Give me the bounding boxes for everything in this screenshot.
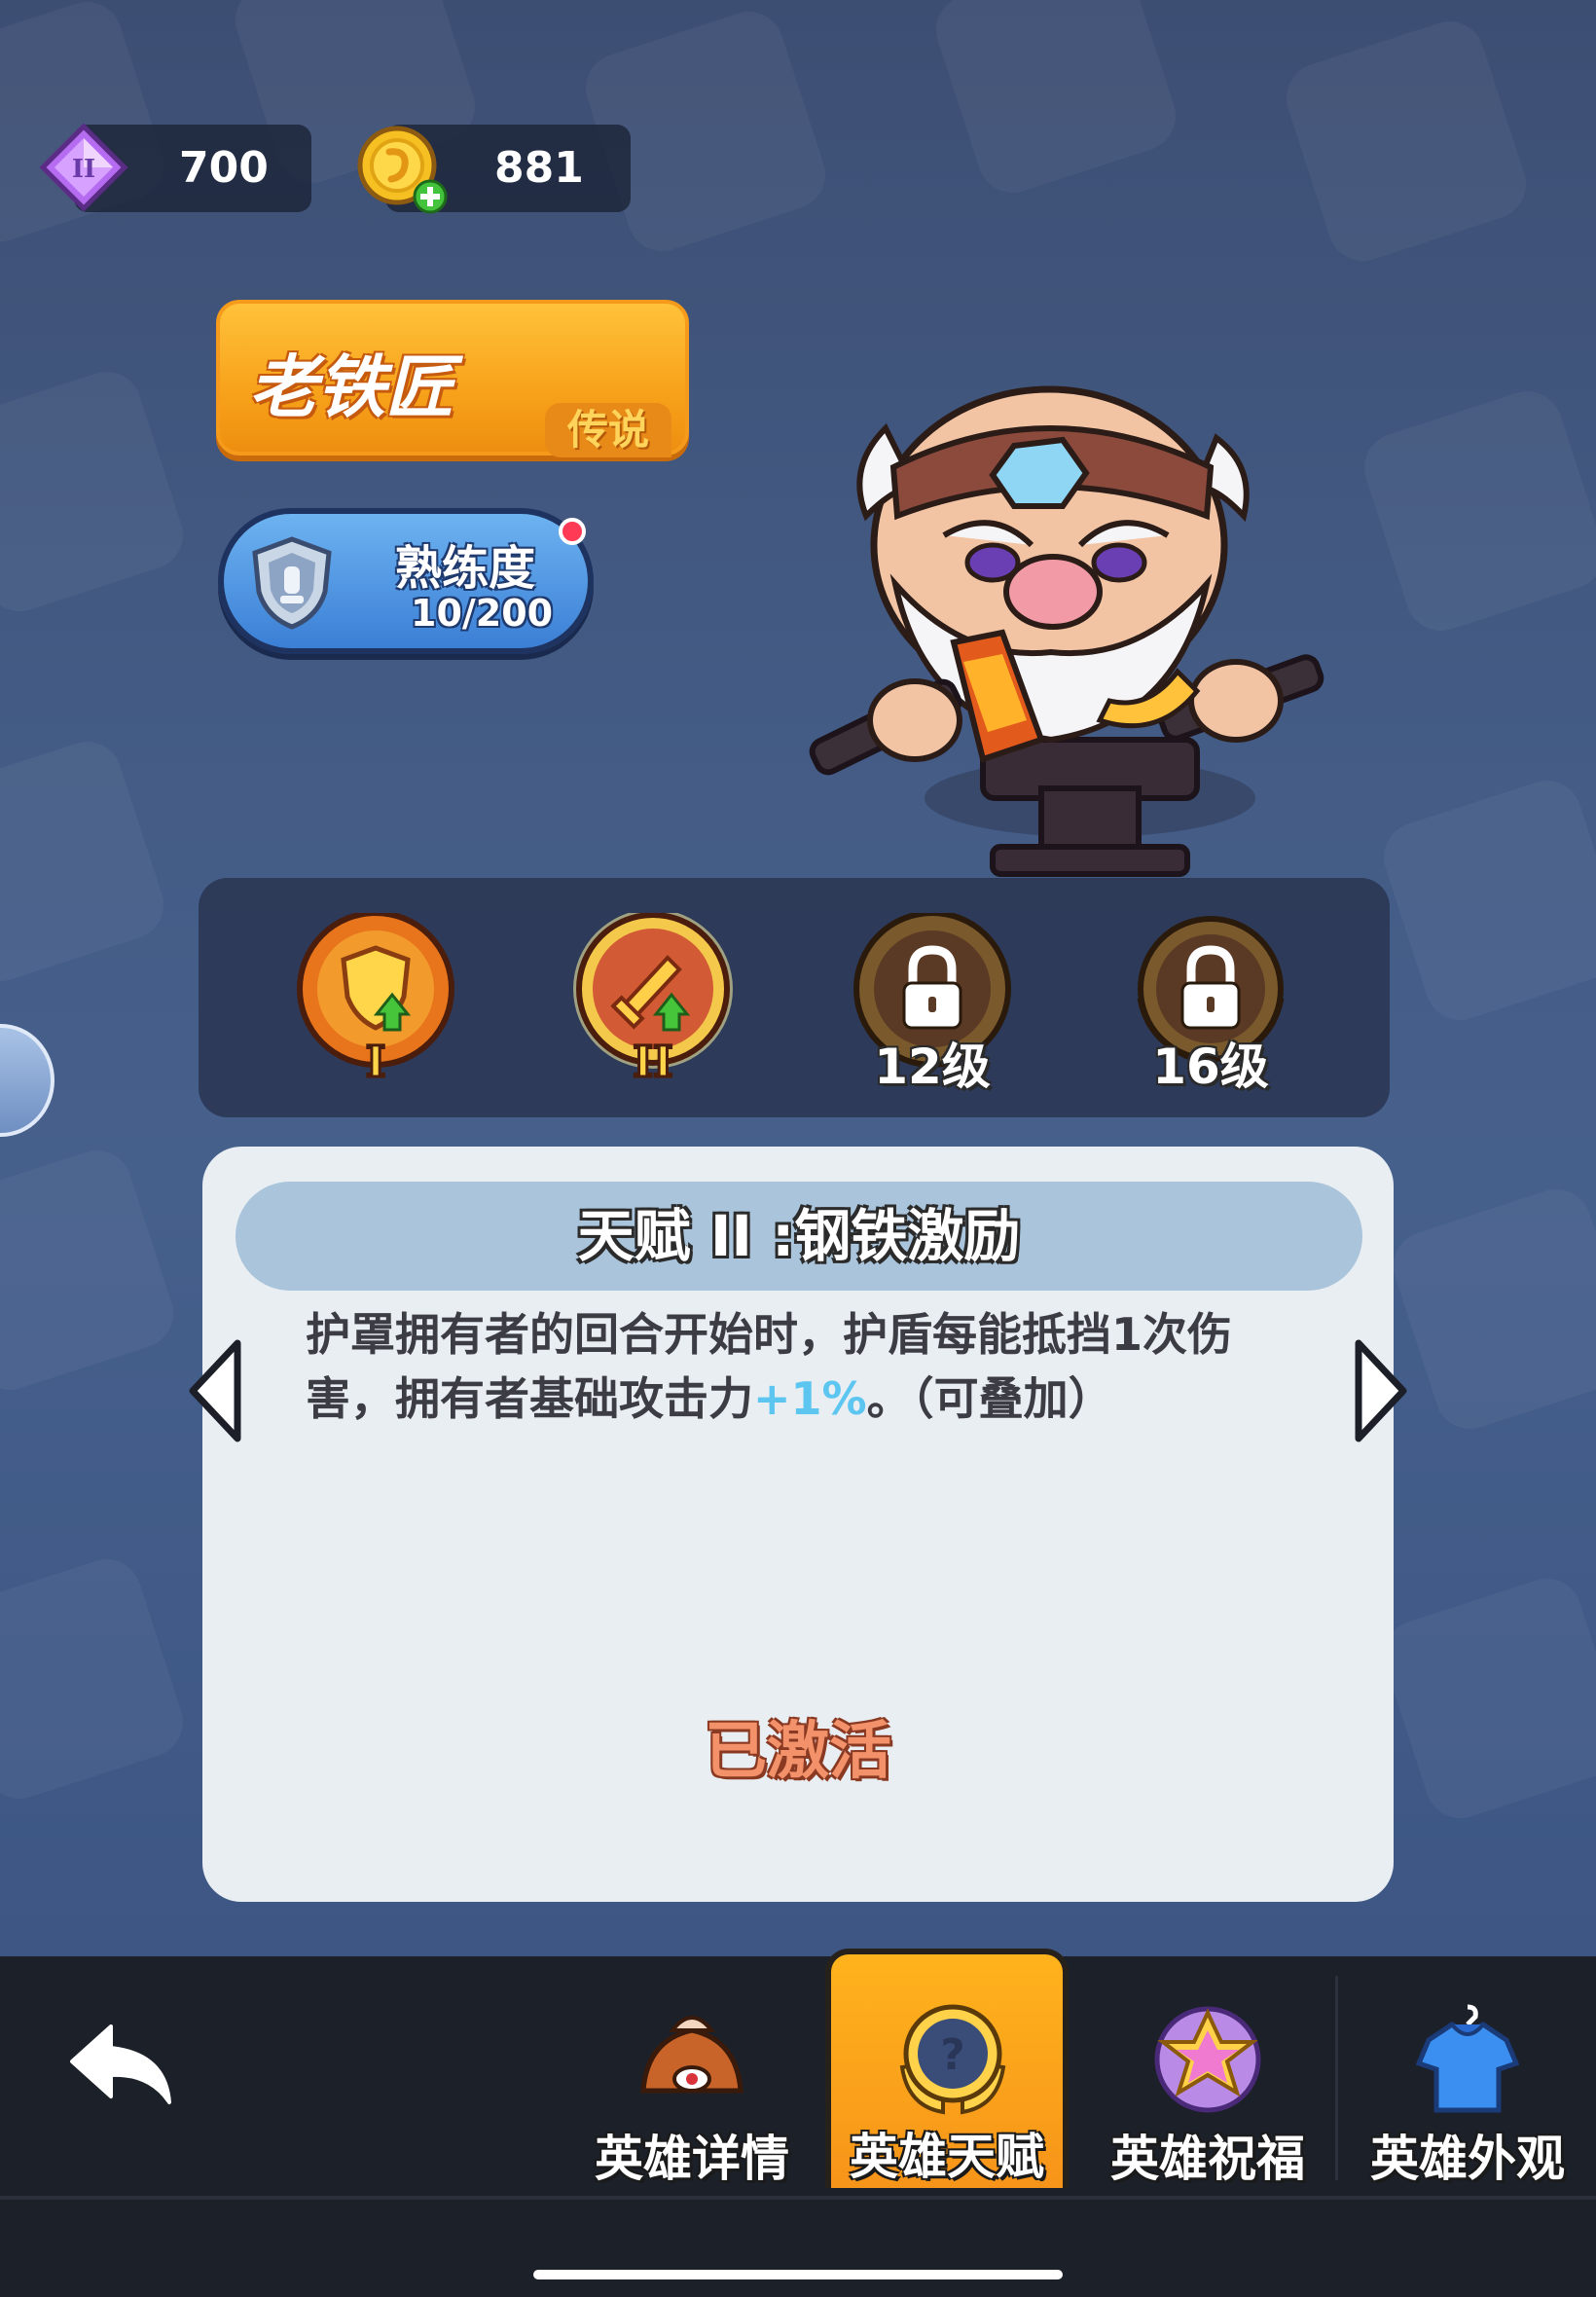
hero-outfit-icon [1415, 2004, 1520, 2113]
talent-slot-4[interactable]: 16级 [1128, 913, 1293, 1095]
talent-4-level: 16级 [1152, 1039, 1269, 1095]
mastery-shield-icon [252, 536, 332, 630]
hero-name: 老铁匠 [249, 347, 453, 427]
tab-hero-outfits[interactable]: 英雄外观 [1346, 1956, 1589, 2196]
talent-selector: I II 12级 16级 [199, 878, 1390, 1117]
rarity-tag: 传说 [545, 403, 671, 457]
svg-text:I: I [366, 1038, 386, 1078]
talent-3-level: 12级 [874, 1039, 991, 1095]
back-arrow-icon[interactable] [62, 2015, 179, 2122]
sword-upgrade-icon: II [573, 909, 733, 1089]
gem-count: 700 [179, 143, 269, 193]
tab-hero-talents-label: 英雄天赋 [850, 2129, 1044, 2185]
bottom-safe-area [0, 2196, 1596, 2297]
talent-title: 天赋 II :钢铁激励 [577, 1203, 1021, 1269]
talent-slot-2[interactable]: II [570, 909, 736, 1089]
coin-count: 881 [494, 143, 584, 193]
talent-title-bar: 天赋 II :钢铁激励 [236, 1182, 1362, 1291]
tab-hero-blessings-label: 英雄祝福 [1110, 2131, 1305, 2187]
notification-dot [559, 518, 586, 545]
tab-hero-outfits-label: 英雄外观 [1370, 2131, 1565, 2187]
hero-name-banner: 老铁匠 传说 [216, 300, 689, 457]
talent-slot-1[interactable]: I [293, 910, 458, 1089]
talent-status: 已激活 [705, 1716, 891, 1788]
hero-blessing-icon [1154, 2006, 1261, 2113]
purple-gem-icon: II [39, 123, 128, 212]
tab-hero-details-label: 英雄详情 [595, 2131, 789, 2187]
talent-slot-3[interactable]: 12级 [850, 910, 1015, 1095]
hero-talent-icon: ? [899, 2004, 1006, 2115]
gold-coin-plus-icon[interactable] [356, 123, 450, 216]
shield-upgrade-icon: I [297, 910, 454, 1089]
hero-detail-icon [640, 2016, 744, 2094]
talent-detail-card: 天赋 II :钢铁激励 护罩拥有者的回合开始时，护盾每能抵挡1次伤害，拥有者基础… [202, 1147, 1394, 1902]
hero-blacksmith-portrait [809, 385, 1324, 877]
svg-text:II: II [633, 1038, 672, 1078]
svg-text:II: II [72, 155, 95, 184]
home-indicator[interactable] [533, 2270, 1063, 2279]
mastery-value: 10/200 [411, 592, 554, 635]
talent-description: 护罩拥有者的回合开始时，护盾每能抵挡1次伤害，拥有者基础攻击力+1%。（可叠加） [306, 1302, 1279, 1431]
prev-arrow-icon[interactable] [181, 1337, 249, 1444]
tab-divider [1335, 1976, 1338, 2180]
tab-hero-talents[interactable]: ? 英雄天赋 [825, 1949, 1069, 2188]
tab-hero-blessings[interactable]: 英雄祝福 [1086, 1956, 1329, 2196]
talent-description-suffix: 。（可叠加） [866, 1372, 1113, 1425]
next-arrow-icon[interactable] [1347, 1337, 1415, 1444]
tab-hero-details[interactable]: 英雄详情 [570, 1956, 814, 2196]
svg-text:?: ? [940, 2030, 965, 2080]
mastery-button[interactable]: 熟练度 10/200 [218, 508, 594, 654]
mastery-label: 熟练度 [395, 541, 536, 596]
talent-bonus-value: +1% [753, 1372, 867, 1425]
